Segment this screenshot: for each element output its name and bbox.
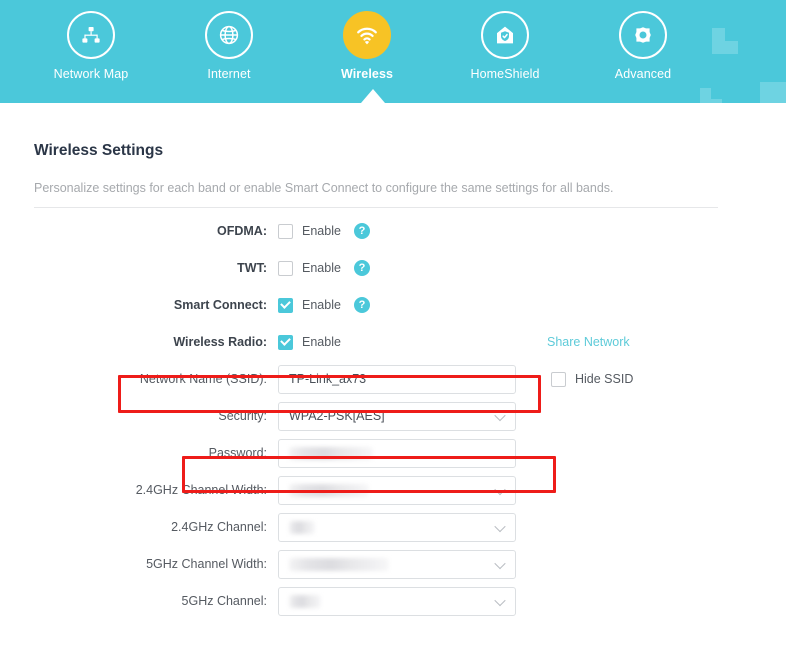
checkbox-ofdma[interactable] [278,223,293,239]
network-map-icon [67,11,115,59]
page-subtitle: Personalize settings for each band or en… [34,181,614,195]
channel-24ghz-select[interactable] [278,512,516,542]
nav-label-wireless: Wireless [340,67,394,81]
label-security: Security: [218,409,267,423]
channel-24ghz-redacted-value [289,520,315,534]
label-hide-ssid: Hide SSID [575,372,634,386]
channel-5ghz-select[interactable] [278,586,516,616]
label-ofdma: OFDMA: [217,224,267,238]
row-twt: TWT: Enable ? [34,253,752,283]
ssid-input[interactable] [278,364,516,394]
checkbox-wireless-radio[interactable] [278,334,293,350]
label-twt-enable: Enable [302,261,341,275]
channel-width-24ghz-select[interactable] [278,475,516,505]
label-wireless-radio-enable: Enable [302,335,341,349]
help-icon-twt[interactable]: ? [353,260,370,276]
nav-item-internet[interactable]: Internet [160,0,298,103]
label-smart-connect-enable: Enable [302,298,341,312]
row-security: Security: WPA2-PSK[AES] [34,401,752,431]
nav-label-network-map: Network Map [53,67,129,81]
nav-item-network-map[interactable]: Network Map [22,0,160,103]
help-icon-smart-connect[interactable]: ? [353,297,370,313]
row-password: Password: [34,438,752,468]
row-wireless-radio: Wireless Radio: Enable Share Network [34,327,752,357]
row-24ghz-channel: 2.4GHz Channel: [34,512,752,542]
wireless-settings-panel: Wireless Settings Personalize settings f… [0,142,786,616]
label-24ghz-channel-width: 2.4GHz Channel Width: [135,483,267,497]
chevron-down-icon [496,413,505,419]
row-5ghz-channel-width: 5GHz Channel Width: [34,549,752,579]
security-select[interactable]: WPA2-PSK[AES] [278,401,516,431]
label-twt: TWT: [237,261,267,275]
nav-items: Network Map Internet Wireless HomeShield… [0,0,786,103]
chevron-down-icon [496,598,505,604]
wireless-settings-form: OFDMA: Enable ? TWT: Enable ? Smart Conn… [34,216,752,616]
label-ofdma-enable: Enable [302,224,341,238]
label-network-name-ssid: Network Name (SSID): [139,372,267,386]
channel-5ghz-redacted-value [289,594,321,608]
channel-width-5ghz-redacted-value [289,557,389,571]
checkbox-smart-connect[interactable] [278,297,293,313]
row-smart-connect: Smart Connect: Enable ? [34,290,752,320]
hide-ssid-control: Hide SSID [551,371,634,387]
page-title: Wireless Settings [34,142,164,159]
nav-label-homeshield: HomeShield [470,67,540,81]
nav-label-internet: Internet [207,67,251,81]
active-tab-pointer [361,89,385,103]
label-5ghz-channel-width: 5GHz Channel Width: [146,557,267,571]
channel-width-5ghz-select[interactable] [278,549,516,579]
top-navigation-bar: Network Map Internet Wireless HomeShield… [0,0,786,103]
globe-icon [205,11,253,59]
security-select-value: WPA2-PSK[AES] [289,409,385,423]
nav-item-homeshield[interactable]: HomeShield [436,0,574,103]
share-network-link[interactable]: Share Network [547,335,630,349]
chevron-down-icon [496,561,505,567]
label-smart-connect: Smart Connect: [173,298,267,312]
home-shield-icon [481,11,529,59]
checkbox-hide-ssid[interactable] [551,371,566,387]
chevron-down-icon [496,524,505,530]
nav-item-advanced[interactable]: Advanced [574,0,712,103]
row-24ghz-channel-width: 2.4GHz Channel Width: [34,475,752,505]
gear-icon [619,11,667,59]
label-5ghz-channel: 5GHz Channel: [181,594,267,608]
channel-width-24ghz-redacted-value [289,483,369,497]
label-wireless-radio: Wireless Radio: [173,335,267,349]
label-24ghz-channel: 2.4GHz Channel: [171,520,267,534]
nav-label-advanced: Advanced [614,67,672,81]
label-password: Password: [208,446,267,460]
password-input[interactable] [278,438,516,468]
row-5ghz-channel: 5GHz Channel: [34,586,752,616]
password-redacted-value [289,446,373,460]
chevron-down-icon [496,487,505,493]
checkbox-twt[interactable] [278,260,293,276]
nav-item-wireless[interactable]: Wireless [298,0,436,103]
help-icon-ofdma[interactable]: ? [353,223,370,239]
row-ofdma: OFDMA: Enable ? [34,216,752,246]
wifi-icon [343,11,391,59]
row-network-name-ssid: Network Name (SSID): Hide SSID [34,364,752,394]
title-divider [34,207,718,208]
